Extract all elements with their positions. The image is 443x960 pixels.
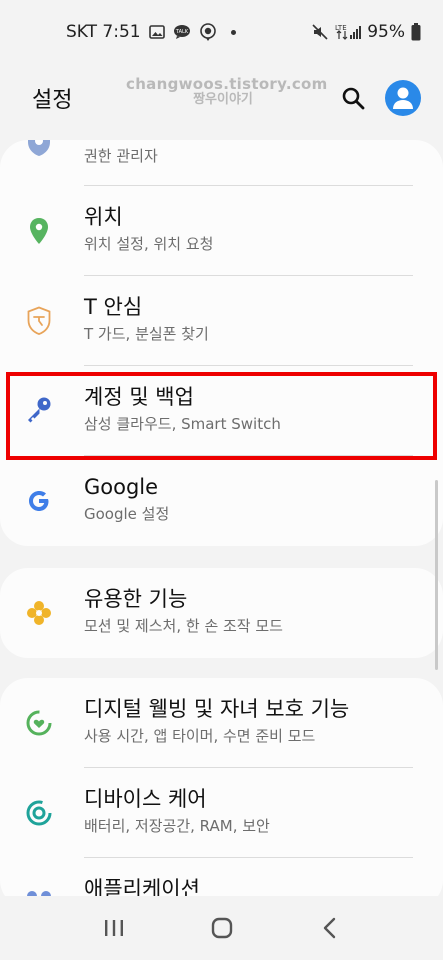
t-guard-shield-icon — [24, 306, 54, 336]
svg-text:LTE: LTE — [335, 24, 347, 32]
settings-item-title: T 안심 — [84, 295, 143, 319]
settings-card-3: 디지털 웰빙 및 자녀 보호 기능 사용 시간, 앱 타이머, 수면 준비 모드… — [0, 678, 443, 908]
puzzle-icon — [24, 598, 54, 628]
settings-item-title: 디지털 웰빙 및 자녀 보호 기능 — [84, 697, 350, 721]
settings-item-device-care[interactable]: 디바이스 케어 배터리, 저장공간, RAM, 보안 — [0, 768, 443, 858]
status-bar: SKT 7:51 TALK LTE 95% — [0, 0, 443, 64]
wellbeing-icon — [24, 708, 54, 738]
shield-icon — [24, 140, 54, 158]
talk-message-icon: TALK — [173, 24, 191, 40]
mute-icon — [311, 23, 329, 41]
watermark: changwoos.tistory.com 짱우이야기 — [126, 75, 328, 108]
battery-percent: 95% — [367, 22, 405, 42]
settings-item-advanced-features[interactable]: 유용한 기능 모션 및 제스처, 한 손 조작 모드 — [0, 568, 443, 658]
settings-item-privacy[interactable]: 권한 관리자 — [0, 140, 443, 186]
recent-apps-icon — [104, 920, 123, 936]
settings-card-2: 유용한 기능 모션 및 제스처, 한 손 조작 모드 — [0, 568, 443, 658]
settings-item-subtitle: 모션 및 제스처, 한 손 조작 모드 — [84, 617, 283, 635]
search-icon[interactable] — [341, 86, 365, 110]
settings-item-title: 위치 — [84, 205, 123, 229]
highlight-box — [6, 372, 437, 460]
settings-item-google[interactable]: Google Google 설정 — [0, 456, 443, 546]
profile-avatar[interactable] — [385, 80, 421, 116]
watermark-line2: 짱우이야기 — [193, 92, 253, 107]
device-care-icon — [24, 798, 54, 828]
gallery-notification-icon — [148, 25, 165, 39]
recent-apps-button[interactable] — [103, 918, 125, 938]
app-header: 설정 changwoos.tistory.com 짱우이야기 — [0, 64, 443, 132]
settings-item-subtitle: 권한 관리자 — [84, 147, 158, 165]
back-icon — [323, 917, 336, 939]
page-title: 설정 — [32, 88, 73, 113]
settings-item-t-guard[interactable]: T 안심 T 가드, 분실폰 찾기 — [0, 276, 443, 366]
settings-item-digital-wellbeing[interactable]: 디지털 웰빙 및 자녀 보호 기능 사용 시간, 앱 타이머, 수면 준비 모드 — [0, 678, 443, 768]
more-notifications-dot — [230, 29, 236, 35]
person-icon — [393, 87, 413, 109]
google-icon — [24, 486, 54, 516]
carrier-time: SKT 7:51 — [66, 22, 141, 42]
settings-item-subtitle: 사용 시간, 앱 타이머, 수면 준비 모드 — [84, 727, 316, 745]
app-notification-icon — [199, 23, 217, 41]
settings-item-location[interactable]: 위치 위치 설정, 위치 요청 — [0, 186, 443, 276]
settings-item-title: 디바이스 케어 — [84, 787, 207, 811]
home-icon — [212, 917, 233, 939]
svg-text:TALK: TALK — [175, 29, 189, 35]
settings-item-subtitle: T 가드, 분실폰 찾기 — [84, 325, 209, 343]
home-button[interactable] — [210, 916, 234, 940]
settings-card-1: 권한 관리자 위치 위치 설정, 위치 요청 T 안심 T 가드, 분실폰 찾기… — [0, 140, 443, 546]
settings-item-subtitle: 위치 설정, 위치 요청 — [84, 235, 214, 253]
location-pin-icon — [24, 216, 54, 246]
settings-item-subtitle: 배터리, 저장공간, RAM, 보안 — [84, 817, 270, 835]
lte-signal-icon: LTE — [335, 23, 362, 41]
scrollbar[interactable] — [435, 480, 438, 670]
battery-icon — [411, 23, 421, 41]
watermark-line1: changwoos.tistory.com — [126, 75, 328, 93]
settings-item-title: 유용한 기능 — [84, 587, 188, 611]
navigation-bar — [0, 896, 443, 960]
back-button[interactable] — [320, 916, 340, 940]
settings-item-subtitle: Google 설정 — [84, 505, 170, 523]
settings-item-title: Google — [84, 475, 159, 499]
